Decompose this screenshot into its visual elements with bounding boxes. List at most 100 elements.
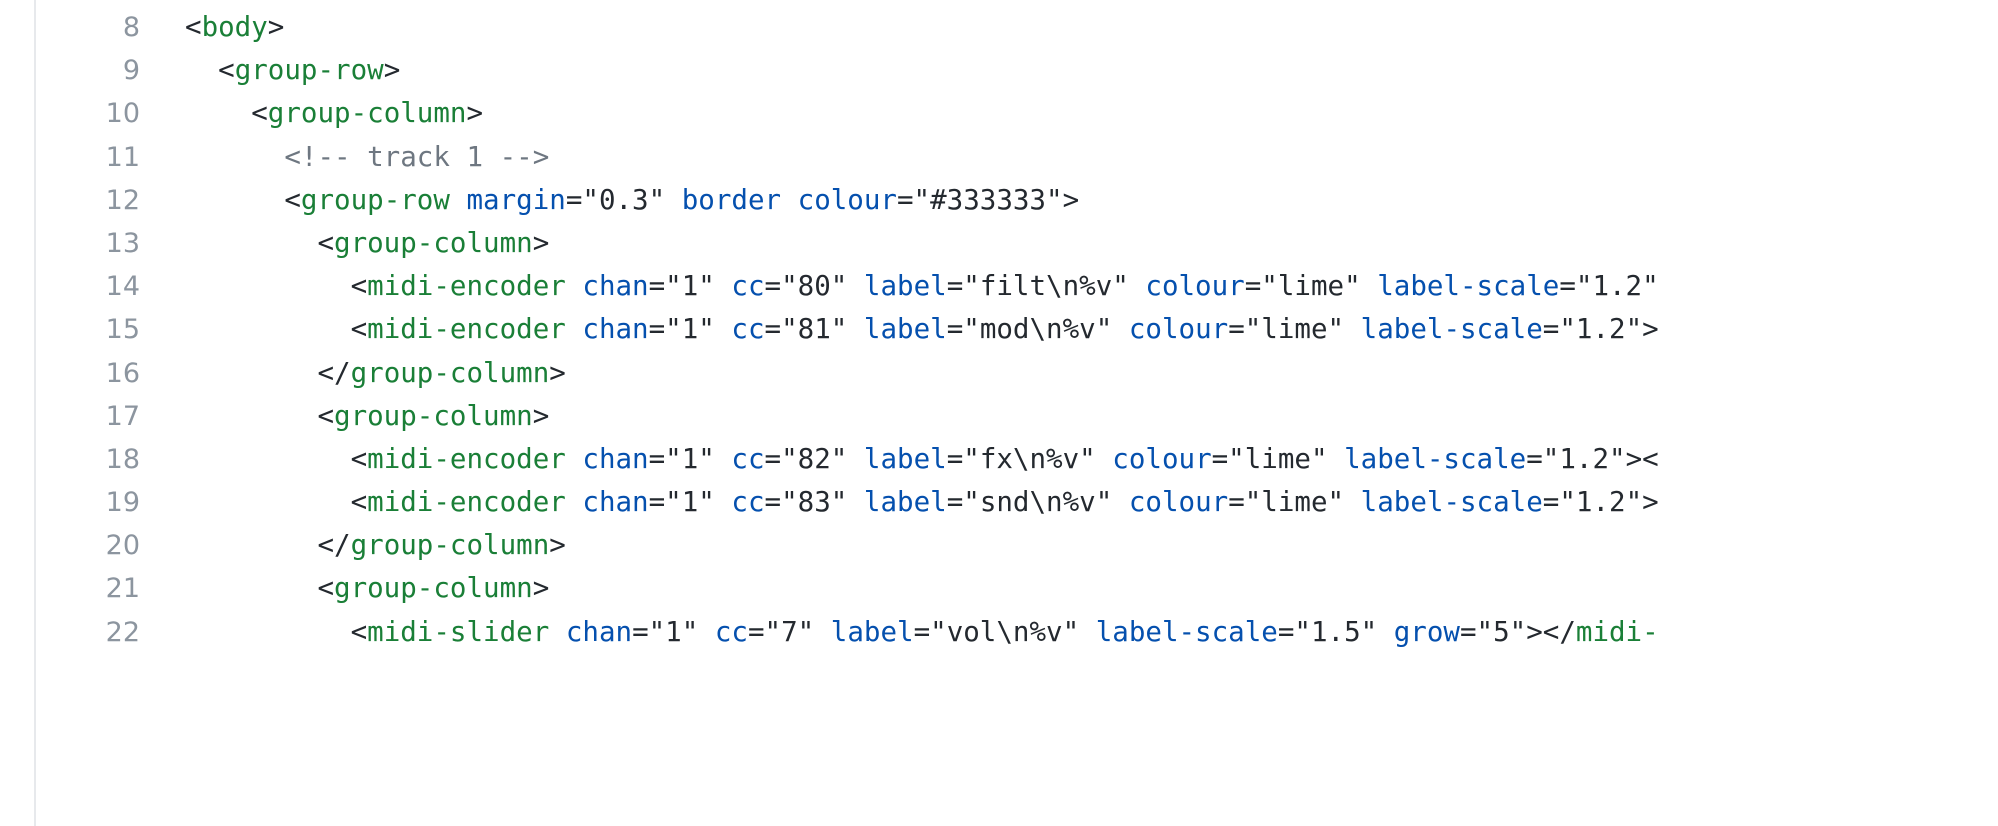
line-content[interactable]: <group-column> [140, 92, 1998, 135]
token-punct: >< [1625, 442, 1659, 475]
token-val: ="83" [764, 486, 848, 519]
line-content[interactable]: <midi-encoder chan="1" cc="83" label="sn… [140, 481, 1998, 524]
line-content[interactable]: <group-row margin="0.3" border colour="#… [140, 179, 1998, 222]
line-number: 12 [105, 184, 140, 216]
code-line[interactable]: 15 <midi-encoder chan="1" cc="81" label=… [0, 308, 1998, 351]
token-attr: cc [731, 486, 765, 519]
token-punct: < [317, 572, 335, 605]
token-attr: colour [1145, 270, 1245, 303]
code-line[interactable]: 19 <midi-encoder chan="1" cc="83" label=… [0, 481, 1998, 524]
token-attr: margin [466, 183, 566, 216]
code-line[interactable]: 14 <midi-encoder chan="1" cc="80" label=… [0, 265, 1998, 308]
code-line[interactable]: 16 </group-column> [0, 352, 1998, 395]
token-tag: group-column [267, 97, 467, 130]
code-line[interactable]: 17 <group-column> [0, 395, 1998, 438]
token-punct: > [1642, 486, 1659, 519]
line-number: 22 [105, 616, 140, 648]
token-val: ="0.3" [565, 183, 666, 216]
token-val: ="1" [648, 442, 715, 475]
token-val: ="1" [648, 313, 715, 346]
line-content[interactable]: </group-column> [140, 524, 1998, 567]
token-attr: chan [582, 270, 649, 303]
token-val: ="filt\n%v" [946, 270, 1129, 303]
line-number: 19 [105, 487, 140, 519]
token-attr: colour [797, 183, 897, 216]
token-val: ="5" [1459, 615, 1527, 648]
token-val: ="82" [764, 442, 848, 475]
token-tag: midi-encoder [367, 313, 566, 346]
line-content[interactable]: <midi-encoder chan="1" cc="80" label="fi… [140, 265, 1998, 308]
token-tag: group-row [234, 54, 384, 87]
code-line[interactable]: 21 <group-column> [0, 567, 1998, 610]
token-tag: body [201, 11, 268, 43]
line-content[interactable]: <body> [140, 6, 1998, 49]
token-attr: label [830, 615, 914, 648]
token-val: ="1.2" [1542, 313, 1643, 346]
token-val: ="lime" [1244, 270, 1361, 303]
token-val: ="mod\n%v" [946, 313, 1113, 346]
token-punct: > [532, 399, 550, 432]
token-punct: < [317, 226, 335, 259]
line-content[interactable]: <midi-encoder chan="1" cc="82" label="fx… [140, 438, 1998, 481]
code-viewer[interactable]: 8 <body> 9 <group-row> 10 <group-column> 11 … [0, 0, 1998, 826]
token-punct: < [350, 615, 368, 648]
code-line[interactable]: 20 </group-column> [0, 524, 1998, 567]
token-attr: border [681, 183, 782, 216]
line-content[interactable]: <group-column> [140, 567, 1998, 610]
line-content[interactable]: <midi-encoder chan="1" cc="81" label="mo… [140, 308, 1998, 351]
token-tag: midi-encoder [367, 442, 566, 475]
code-line[interactable]: 18 <midi-encoder chan="1" cc="82" label=… [0, 438, 1998, 481]
token-tag: group-row [300, 183, 450, 216]
token-punct: > [532, 572, 550, 605]
code-line[interactable]: 12 <group-row margin="0.3" border colour… [0, 179, 1998, 222]
line-number: 10 [105, 98, 140, 130]
line-content[interactable]: <!-- track 1 --> [140, 136, 1998, 179]
code-line[interactable]: 22 <midi-slider chan="1" cc="7" label="v… [0, 611, 1998, 654]
code-line[interactable]: 8 <body> [0, 6, 1998, 49]
line-content[interactable]: </group-column> [140, 352, 1998, 395]
code-line[interactable]: 11 <!-- track 1 --> [0, 136, 1998, 179]
token-val: ="1.2" [1526, 442, 1626, 475]
token-tag: group-column [334, 226, 533, 259]
line-content[interactable]: <group-row> [140, 49, 1998, 92]
token-attr: label [863, 313, 947, 346]
line-number: 11 [105, 141, 140, 173]
line-number: 16 [105, 357, 140, 389]
token-punct: ></ [1526, 615, 1576, 648]
token-val: ="1.2" [1542, 486, 1643, 519]
token-attr: label-scale [1360, 313, 1543, 346]
line-content[interactable]: <group-column> [140, 395, 1998, 438]
token-punct: > [549, 356, 566, 389]
token-attr: colour [1128, 313, 1229, 346]
token-punct: < [218, 54, 235, 87]
line-content[interactable]: <group-column> [140, 222, 1998, 265]
token-attr: label [863, 270, 947, 303]
line-content[interactable]: <midi-slider chan="1" cc="7" label="vol\… [140, 611, 1998, 654]
code-line[interactable]: 9 <group-row> [0, 49, 1998, 92]
code-line[interactable]: 10 <group-column> [0, 92, 1998, 135]
token-attr: label [863, 486, 947, 519]
token-punct: > [383, 54, 401, 87]
token-tag: group-column [334, 399, 533, 432]
line-number: 14 [105, 271, 140, 303]
token-val: ="7" [747, 615, 815, 648]
code-line[interactable]: 13 <group-column> [0, 222, 1998, 265]
